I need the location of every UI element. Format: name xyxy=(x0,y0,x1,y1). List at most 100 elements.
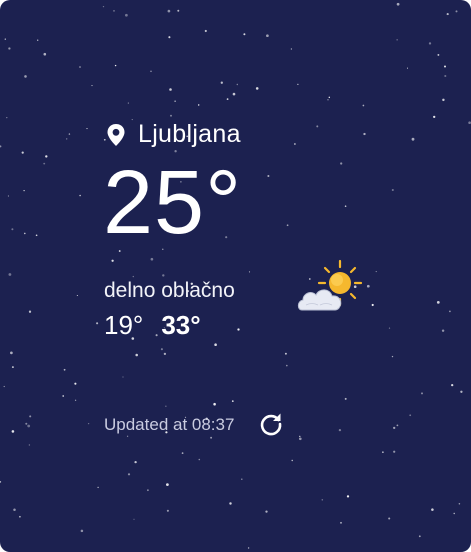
star xyxy=(37,39,39,41)
star xyxy=(127,102,129,104)
star xyxy=(167,9,171,13)
star xyxy=(168,36,171,39)
star xyxy=(428,42,432,45)
max-temperature: 33° xyxy=(161,310,201,340)
star xyxy=(197,104,200,106)
star xyxy=(441,329,445,332)
star xyxy=(409,414,412,417)
star xyxy=(328,96,331,99)
refresh-icon[interactable] xyxy=(258,411,284,437)
city-name: Ljubljana xyxy=(138,120,241,148)
star xyxy=(86,128,88,130)
star xyxy=(366,284,370,288)
star xyxy=(133,518,135,520)
star xyxy=(248,271,251,273)
star xyxy=(363,132,366,136)
last-updated-text: Updated at 08:37 xyxy=(104,415,235,434)
star xyxy=(436,301,440,304)
star xyxy=(266,34,269,38)
star xyxy=(28,310,32,313)
star xyxy=(7,195,9,197)
star xyxy=(284,352,287,355)
star xyxy=(126,435,129,437)
star xyxy=(68,133,71,135)
star xyxy=(286,224,289,227)
star xyxy=(344,397,347,400)
star xyxy=(134,460,137,464)
star xyxy=(174,100,176,102)
star xyxy=(340,162,343,165)
star xyxy=(204,29,207,33)
star xyxy=(231,400,234,402)
star xyxy=(122,376,124,378)
star xyxy=(74,399,77,401)
star xyxy=(237,328,240,331)
star xyxy=(460,390,463,393)
star xyxy=(181,452,184,454)
star xyxy=(255,87,259,90)
star xyxy=(135,353,138,357)
star xyxy=(13,508,16,512)
location: Ljubljana xyxy=(106,120,241,149)
star xyxy=(4,38,6,40)
star xyxy=(97,486,99,489)
star xyxy=(297,83,299,85)
star xyxy=(127,473,131,476)
star xyxy=(298,437,302,441)
star xyxy=(165,405,167,407)
star xyxy=(150,257,154,261)
starfield-background xyxy=(0,2,471,549)
star xyxy=(388,517,391,520)
star xyxy=(21,151,24,154)
star xyxy=(125,13,128,17)
star xyxy=(113,10,115,12)
star xyxy=(169,88,172,91)
star xyxy=(6,117,8,119)
star xyxy=(346,495,350,498)
star xyxy=(433,115,436,119)
star xyxy=(66,138,68,140)
star xyxy=(396,2,400,6)
star xyxy=(290,48,293,50)
star xyxy=(166,509,169,512)
star xyxy=(418,535,421,538)
star xyxy=(286,364,288,367)
star xyxy=(160,348,163,351)
star xyxy=(455,10,458,13)
star xyxy=(393,450,396,453)
star xyxy=(43,52,47,56)
star xyxy=(247,547,250,549)
star xyxy=(210,436,213,439)
star xyxy=(10,351,13,355)
star xyxy=(265,510,268,513)
star xyxy=(163,352,167,356)
star xyxy=(87,422,90,425)
star xyxy=(340,521,342,524)
partly-cloudy-sun-icon xyxy=(297,259,363,311)
star xyxy=(74,382,77,385)
star xyxy=(421,392,423,395)
star xyxy=(3,385,5,388)
star xyxy=(453,512,455,515)
star xyxy=(166,483,169,486)
star xyxy=(162,274,165,277)
star xyxy=(79,194,81,197)
star xyxy=(19,515,21,518)
star xyxy=(170,114,172,117)
star xyxy=(321,499,324,501)
star xyxy=(411,137,415,141)
star xyxy=(294,143,296,145)
star xyxy=(362,104,365,107)
star xyxy=(8,47,11,50)
star xyxy=(8,273,12,276)
star xyxy=(327,99,329,101)
star xyxy=(267,174,270,178)
star xyxy=(25,422,28,425)
star xyxy=(214,343,217,346)
star xyxy=(76,295,78,296)
star xyxy=(371,303,374,307)
star xyxy=(446,13,449,16)
star xyxy=(444,74,447,78)
star xyxy=(11,228,14,231)
min-temperature: 19° xyxy=(104,310,144,340)
